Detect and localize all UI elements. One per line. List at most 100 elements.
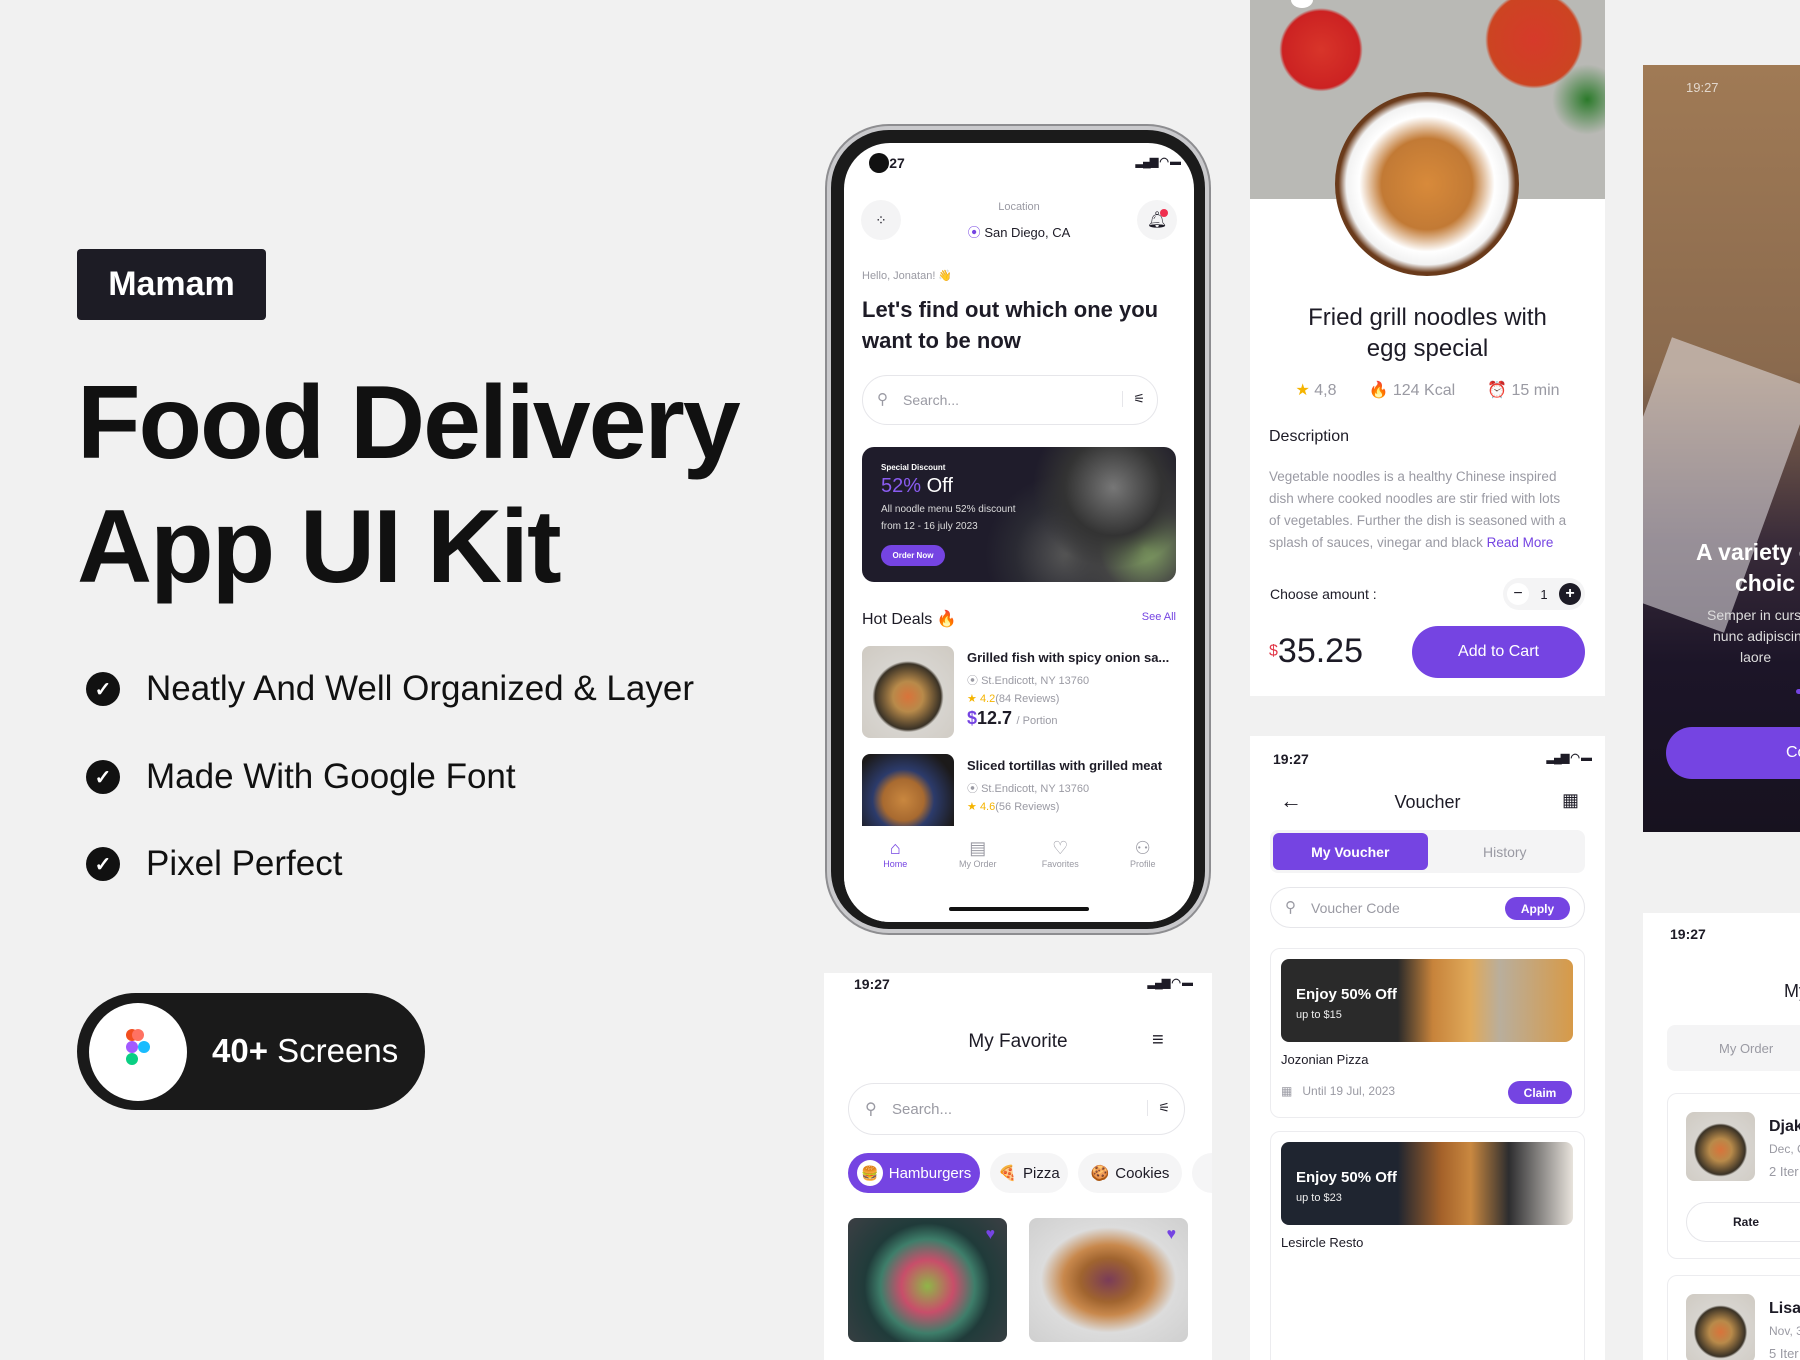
heading-line: Let's find out which one you [862, 297, 1159, 322]
location-value: San Diego, CA [984, 225, 1071, 240]
screens-count: 40+ [212, 1032, 268, 1069]
nav-label: Home [883, 859, 908, 869]
status-time: 19:27 [1273, 751, 1309, 767]
deal-rating: ★ 4.6(56 Reviews) [967, 800, 1182, 813]
product-title: Fried grill noodles with egg special [1250, 302, 1605, 364]
figma-logo-icon [89, 1003, 187, 1101]
address-text: St.Endicott, NY 13760 [981, 675, 1090, 687]
nav-home[interactable]: ⌂ Home [865, 838, 925, 922]
deal-image[interactable] [862, 646, 954, 738]
feature-item: ✓ Neatly And Well Organized & Layer [86, 669, 694, 709]
deal-address: ⦿ St.Endicott, NY 13760 [967, 672, 1182, 688]
voucher-restaurant: Jozonian Pizza [1281, 1052, 1369, 1067]
order-icon: ▤ [969, 838, 987, 858]
order-date: Nov, 3 [1769, 1324, 1800, 1338]
order-now-button[interactable]: Order Now [881, 545, 945, 566]
rating-value: 4.2 [979, 693, 996, 705]
favorite-item-image[interactable]: ♥ [1029, 1218, 1188, 1342]
nav-label: Favorites [1041, 859, 1079, 869]
deal-rating: ★ 4.2(84 Reviews) [967, 692, 1182, 705]
hero-title-line2: App UI Kit [77, 489, 562, 605]
banner-eyebrow: Special Discount [881, 463, 946, 472]
order-card: Lisal Nov, 3 5 Iter [1667, 1275, 1800, 1360]
order-image [1686, 1294, 1755, 1360]
see-all-link[interactable]: See All [1142, 611, 1176, 623]
plus-button[interactable]: + [1558, 583, 1581, 605]
product-stats: ★ 4,8 🔥 124 Kcal ⏰ 15 min [1250, 380, 1605, 400]
title-line: egg special [1366, 335, 1489, 362]
order-item-count: 2 Iter [1769, 1164, 1799, 1179]
hamburger-icon: 🍔 [856, 1160, 883, 1186]
voucher-sub: up to $23 [1296, 1192, 1342, 1204]
product-detail-screen: Fried grill noodles with egg special ★ 4,… [1250, 0, 1605, 696]
calendar-icon[interactable]: ▦ [1562, 790, 1579, 811]
add-to-cart-button[interactable]: Add to Cart [1412, 626, 1585, 678]
voucher-expiry: ▦ Until 19 Jul, 2023 [1281, 1084, 1395, 1098]
promo-banner[interactable]: Special Discount 52% Off All noodle menu… [862, 447, 1176, 582]
deal-item[interactable]: Grilled fish with spicy onion sa... ⦿ St… [967, 650, 1182, 729]
stat-value: 124 Kcal [1392, 382, 1456, 399]
my-order-screen: 19:27 My My Order Djak Dec, C 2 Iter Rat… [1643, 913, 1800, 1360]
screens-label: Screens [277, 1032, 399, 1069]
status-icons: ▂▄▆ ◠ ▬ [1147, 977, 1193, 989]
pizza-icon: 🍕 [998, 1165, 1017, 1182]
fire-icon: 🔥 [1368, 382, 1389, 399]
order-image [1686, 1112, 1755, 1181]
voucher-restaurant: Lesircle Resto [1281, 1235, 1364, 1250]
tab-history[interactable]: History [1428, 833, 1583, 870]
tab-my-order[interactable]: My Order [1667, 1025, 1800, 1071]
heart-filled-icon[interactable]: ♥ [1167, 1226, 1177, 1244]
status-icons: ▂▄▆ ◠ ▬ [1546, 752, 1592, 764]
voucher-headline: Enjoy 50% Off [1296, 986, 1397, 1003]
chip-more[interactable] [1192, 1153, 1212, 1193]
location-pin-icon: ⦿ [967, 225, 981, 240]
deal-item[interactable]: Sliced tortillas with grilled meat ⦿ St.… [967, 758, 1182, 813]
quantity-stepper[interactable]: − 1 + [1503, 578, 1585, 610]
expiry-text: Until 19 Jul, 2023 [1302, 1084, 1396, 1098]
star-icon: ★ [1295, 382, 1310, 399]
deal-name: Sliced tortillas with grilled meat [967, 758, 1163, 773]
stat-value: 4,8 [1314, 382, 1337, 399]
favorite-item-image[interactable]: ♥ [848, 1218, 1007, 1342]
body-line: nunc adipiscin [1713, 628, 1800, 644]
home-heading: Let's find out which one you want to be n… [862, 294, 1158, 356]
chip-label: Hamburgers [888, 1164, 972, 1182]
price-value: 35.25 [1277, 632, 1363, 670]
continue-button[interactable]: Co [1666, 727, 1800, 779]
voucher-code-placeholder: Voucher Code [1311, 900, 1400, 916]
order-date: Dec, C [1769, 1142, 1800, 1156]
order-name: Djak [1769, 1118, 1800, 1135]
search-input[interactable]: ⚲ Search... ⚟ [862, 375, 1158, 425]
claim-button[interactable]: Claim [1508, 1081, 1572, 1104]
nav-profile[interactable]: ⚇ Profile [1113, 838, 1173, 922]
heart-filled-icon[interactable]: ♥ [986, 1226, 996, 1244]
filter-sliders-icon[interactable]: ⚟ [1122, 391, 1145, 407]
star-icon: ★ [967, 693, 977, 705]
apply-button[interactable]: Apply [1505, 897, 1570, 920]
feature-label: Neatly And Well Organized & Layer [146, 669, 694, 708]
onboarding-body: Semper in curs nunc adipiscin laore [1707, 605, 1800, 668]
order-item-count: 5 Iter [1769, 1346, 1799, 1360]
check-icon: ✓ [86, 672, 120, 706]
banner-line: All noodle menu 52% discount [881, 504, 1016, 515]
tab-my-voucher[interactable]: My Voucher [1273, 833, 1428, 870]
address-text: St.Endicott, NY 13760 [981, 783, 1090, 795]
chip-label: Pizza [1023, 1164, 1060, 1182]
voucher-code-input[interactable]: ⚲ Voucher Code Apply [1270, 887, 1585, 928]
deal-name: Grilled fish with spicy onion sa... [967, 650, 1170, 665]
notification-bell-button[interactable]: 🔔︎ [1137, 200, 1177, 240]
chip-hamburgers[interactable]: 🍔 Hamburgers [848, 1153, 980, 1193]
rating-stat: ★ 4,8 [1295, 380, 1336, 400]
rate-button[interactable]: Rate [1686, 1202, 1800, 1242]
chip-cookies[interactable]: 🍪 Cookies [1078, 1153, 1182, 1193]
chip-pizza[interactable]: 🍕 Pizza [990, 1153, 1068, 1193]
brand-name: Mamam [108, 265, 235, 303]
banner-percent: 52% [881, 475, 922, 497]
filter-icon[interactable]: ≡ [1152, 1029, 1164, 1052]
filter-sliders-icon[interactable]: ⚟ [1147, 1100, 1170, 1116]
search-input[interactable]: ⚲ Search... ⚟ [848, 1083, 1185, 1135]
minus-button[interactable]: − [1507, 583, 1529, 605]
feature-item: ✓ Made With Google Font [86, 757, 516, 797]
favorite-screen: 19:27 ▂▄▆ ◠ ▬ My Favorite ≡ ⚲ Search... … [824, 973, 1212, 1360]
read-more-link[interactable]: Read More [1487, 535, 1554, 550]
